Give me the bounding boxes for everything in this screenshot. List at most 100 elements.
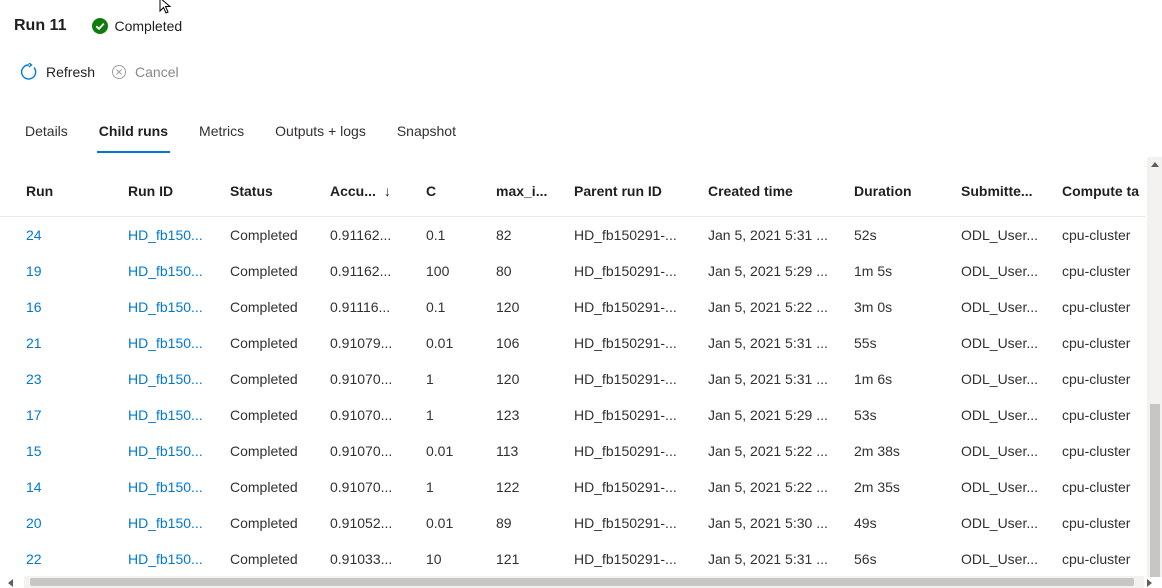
cell-created-time: Jan 5, 2021 5:29 ... (708, 407, 828, 423)
cell-run-id[interactable]: HD_fb150... (128, 397, 230, 433)
tab-snapshot[interactable]: Snapshot (397, 119, 456, 155)
cell-run-id[interactable]: HD_fb150... (128, 505, 230, 541)
cell-compute-target: cpu-cluster (1062, 227, 1131, 243)
cell-parent-run-id: HD_fb150291-... (574, 515, 677, 531)
cell-max-iter: 121 (496, 551, 520, 567)
cell-created-time: Jan 5, 2021 5:22 ... (708, 443, 828, 459)
table-row[interactable]: 22 HD_fb150... Completed 0.91033... 10 121 HD_… (0, 541, 1146, 576)
status-text: Completed (114, 18, 183, 34)
tab-child-runs[interactable]: Child runs (96, 119, 171, 155)
horizontal-scroll-thumb[interactable] (30, 578, 1134, 586)
cell-run[interactable]: 19 (0, 253, 128, 289)
cell-compute-target: cpu-cluster (1062, 551, 1131, 567)
sort-descending-icon: ↓ (383, 183, 391, 199)
cell-compute-target: cpu-cluster (1062, 479, 1131, 495)
cell-duration: 49s (854, 515, 877, 531)
cell-run-id[interactable]: HD_fb150... (128, 325, 230, 361)
cell-run[interactable]: 15 (0, 433, 128, 469)
tab-bar: Details Child runs Metrics Outputs + log… (25, 119, 487, 155)
cell-run[interactable]: 22 (0, 541, 128, 576)
cell-run[interactable]: 16 (0, 289, 128, 325)
cell-run-id[interactable]: HD_fb150... (128, 541, 230, 576)
cell-c: 0.01 (426, 335, 454, 351)
cell-run-id[interactable]: HD_fb150... (128, 433, 230, 469)
table-row[interactable]: 23 HD_fb150... Completed 0.91070... 1 120 HD_f… (0, 361, 1146, 397)
cell-max-iter: 80 (496, 263, 512, 279)
cell-submitted-by: ODL_User... (961, 227, 1039, 243)
scroll-left-arrow-icon[interactable] (8, 579, 13, 587)
cell-compute-target: cpu-cluster (1062, 299, 1131, 315)
column-header-c[interactable]: C (426, 166, 496, 217)
vertical-scroll-thumb[interactable] (1150, 404, 1160, 577)
table-row[interactable]: 17 HD_fb150... Completed 0.91070... 1 123 HD_f… (0, 397, 1146, 433)
cell-accuracy: 0.91070... (330, 443, 393, 459)
table-row[interactable]: 24 HD_fb150... Completed 0.91162... 0.1 82 HD_… (0, 217, 1146, 254)
cell-compute-target: cpu-cluster (1062, 407, 1131, 423)
cell-c: 1 (426, 407, 434, 423)
cancel-label: Cancel (135, 64, 179, 80)
cell-run-id[interactable]: HD_fb150... (128, 289, 230, 325)
cell-duration: 3m 0s (854, 299, 893, 315)
tab-details[interactable]: Details (25, 119, 68, 155)
child-runs-table-container: Run Run ID Status Accu... ↓ C max_i... Pa… (0, 166, 1146, 576)
cell-submitted-by: ODL_User... (961, 299, 1039, 315)
cell-run[interactable]: 24 (0, 217, 128, 254)
cell-run-id[interactable]: HD_fb150... (128, 361, 230, 397)
cell-parent-run-id: HD_fb150291-... (574, 407, 677, 423)
column-header-duration[interactable]: Duration (854, 166, 961, 217)
table-row[interactable]: 15 HD_fb150... Completed 0.91070... 0.01 113 H… (0, 433, 1146, 469)
column-header-max-iter[interactable]: max_i... (496, 166, 574, 217)
cell-submitted-by: ODL_User... (961, 335, 1039, 351)
column-header-parent-run-id[interactable]: Parent run ID (574, 166, 708, 217)
cell-submitted-by: ODL_User... (961, 407, 1039, 423)
cell-status: Completed (230, 335, 298, 351)
cell-run-id[interactable]: HD_fb150... (128, 469, 230, 505)
column-header-run-id[interactable]: Run ID (128, 166, 230, 217)
cell-run[interactable]: 23 (0, 361, 128, 397)
column-header-accuracy[interactable]: Accu... ↓ (330, 166, 426, 217)
cell-parent-run-id: HD_fb150291-... (574, 479, 677, 495)
table-row[interactable]: 16 HD_fb150... Completed 0.91116... 0.1 120 HD… (0, 289, 1146, 325)
cell-run[interactable]: 21 (0, 325, 128, 361)
cell-run-id[interactable]: HD_fb150... (128, 217, 230, 254)
cell-parent-run-id: HD_fb150291-... (574, 371, 677, 387)
cell-run[interactable]: 20 (0, 505, 128, 541)
column-header-submitted-by[interactable]: Submitte... (961, 166, 1062, 217)
cell-c: 10 (426, 551, 442, 567)
cell-compute-target: cpu-cluster (1062, 371, 1131, 387)
scroll-up-arrow-icon[interactable] (1151, 162, 1159, 167)
cell-run[interactable]: 14 (0, 469, 128, 505)
cell-max-iter: 106 (496, 335, 520, 351)
cell-submitted-by: ODL_User... (961, 551, 1039, 567)
table-row[interactable]: 20 HD_fb150... Completed 0.91052... 0.01 89 HD… (0, 505, 1146, 541)
tab-metrics[interactable]: Metrics (199, 119, 244, 155)
column-header-status[interactable]: Status (230, 166, 330, 217)
column-header-compute-target[interactable]: Compute ta (1062, 166, 1146, 217)
vertical-scrollbar[interactable] (1147, 157, 1162, 577)
cell-duration: 52s (854, 227, 877, 243)
horizontal-scrollbar[interactable] (8, 576, 1152, 588)
toolbar: Refresh Cancel (20, 60, 195, 84)
cell-status: Completed (230, 371, 298, 387)
cancel-button[interactable]: Cancel (111, 64, 179, 80)
cell-c: 100 (426, 263, 450, 279)
cell-created-time: Jan 5, 2021 5:22 ... (708, 479, 828, 495)
cell-c: 0.01 (426, 443, 454, 459)
cell-c: 1 (426, 479, 434, 495)
cell-duration: 56s (854, 551, 877, 567)
tab-outputs-logs[interactable]: Outputs + logs (275, 119, 366, 155)
column-header-created-time[interactable]: Created time (708, 166, 854, 217)
cell-duration: 2m 38s (854, 443, 900, 459)
cell-run-id[interactable]: HD_fb150... (128, 253, 230, 289)
refresh-button[interactable]: Refresh (20, 63, 95, 81)
cell-duration: 2m 35s (854, 479, 900, 495)
scroll-right-arrow-icon[interactable] (1147, 579, 1152, 587)
cell-parent-run-id: HD_fb150291-... (574, 443, 677, 459)
column-header-run[interactable]: Run (0, 166, 128, 217)
cell-accuracy: 0.91079... (330, 335, 393, 351)
table-row[interactable]: 14 HD_fb150... Completed 0.91070... 1 122 HD_f… (0, 469, 1146, 505)
cell-accuracy: 0.91070... (330, 407, 393, 423)
table-row[interactable]: 19 HD_fb150... Completed 0.91162... 100 80 HD_… (0, 253, 1146, 289)
table-row[interactable]: 21 HD_fb150... Completed 0.91079... 0.01 106 H… (0, 325, 1146, 361)
cell-run[interactable]: 17 (0, 397, 128, 433)
